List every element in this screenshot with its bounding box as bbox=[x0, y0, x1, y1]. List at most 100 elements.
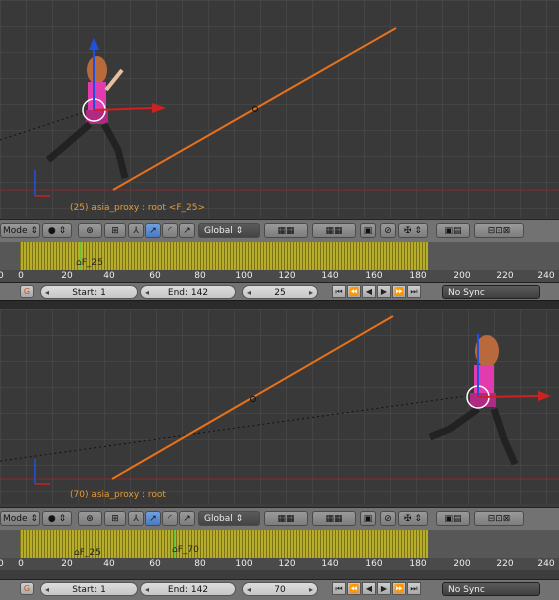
tick-label: 120 bbox=[278, 271, 296, 281]
rotate-icon[interactable]: ↗ bbox=[145, 511, 161, 526]
mode-select[interactable]: Mode ⇕ bbox=[0, 223, 40, 238]
tick-label: 20 bbox=[0, 271, 4, 281]
next-keyframe-icon[interactable]: ⏩ bbox=[392, 582, 406, 595]
snap-icon[interactable]: ⊘ bbox=[380, 223, 396, 238]
tick-label: 40 bbox=[103, 271, 115, 281]
layers-icon-2[interactable]: ▦▦ bbox=[312, 223, 356, 238]
tick-label: 180 bbox=[409, 271, 427, 281]
sync-select[interactable]: No Sync bbox=[442, 582, 540, 596]
x-axis-arrow-icon bbox=[152, 103, 166, 113]
viewport-scene bbox=[0, 315, 559, 485]
3d-viewport[interactable]: (70) asia_proxy : root bbox=[0, 309, 559, 504]
translate-icon[interactable]: ⅄ bbox=[128, 511, 144, 526]
play-icon[interactable]: ▶ bbox=[377, 582, 391, 595]
z-axis-arrow-icon bbox=[89, 38, 99, 50]
timeline-footer: G ◂ Start: 1 ◂ End: 142 ◂ 25 ▸ ⏮ ⏪ ◀ ▶ ⏩ ⏭ N… bbox=[0, 282, 559, 300]
sync-select[interactable]: No Sync bbox=[442, 285, 540, 299]
play-reverse-icon[interactable]: ◀ bbox=[362, 285, 376, 298]
motion-path bbox=[111, 315, 394, 480]
tick-label: 20 bbox=[61, 271, 73, 281]
tick-label: 240 bbox=[537, 271, 555, 281]
viewport-info-label: (70) asia_proxy : root bbox=[70, 490, 166, 500]
mode-select[interactable]: Mode ⇕ bbox=[0, 511, 40, 526]
character-figure[interactable] bbox=[45, 56, 129, 179]
scale-icon[interactable]: ↗ bbox=[179, 511, 195, 526]
3d-viewport[interactable]: (25) asia_proxy : root <F_25> bbox=[0, 0, 559, 218]
start-frame-field[interactable]: ◂ Start: 1 bbox=[40, 582, 138, 596]
tick-label: 0 bbox=[18, 271, 24, 281]
prev-keyframe-icon[interactable]: ⏪ bbox=[347, 582, 361, 595]
tick-label: 100 bbox=[235, 559, 253, 569]
tick-label: 160 bbox=[365, 559, 383, 569]
x-axis-arrow-icon bbox=[538, 391, 551, 401]
rotate-icon[interactable]: ↗ bbox=[145, 223, 161, 238]
lock-icon[interactable]: ▣ bbox=[360, 511, 376, 526]
orientation-select[interactable]: Global ⇕ bbox=[198, 223, 260, 238]
snap-target-icon[interactable]: ✠ ⇕ bbox=[398, 223, 428, 238]
keyframe-icon[interactable]: ⊟⊡⊠ bbox=[474, 511, 524, 526]
curve-icon[interactable]: ◜ bbox=[162, 511, 178, 526]
tick-label: 240 bbox=[537, 559, 555, 569]
next-keyframe-icon[interactable]: ⏩ bbox=[392, 285, 406, 298]
end-frame-field[interactable]: ◂ End: 142 bbox=[140, 285, 236, 299]
character-figure[interactable] bbox=[428, 335, 519, 466]
tick-label: 60 bbox=[149, 271, 161, 281]
tick-label: 220 bbox=[496, 559, 514, 569]
bottom-pane: (70) asia_proxy : root Mode ⇕ ● ⇕ ⊛ ⊞ ⅄ … bbox=[0, 309, 559, 600]
tick-label: 140 bbox=[321, 559, 339, 569]
tick-label: 100 bbox=[235, 271, 253, 281]
timeline[interactable]: ⌂F_25 ⌂F_70 20 0 20 40 60 80 100 120 140… bbox=[0, 530, 559, 570]
layers-icon[interactable]: ▦▦ bbox=[264, 511, 308, 526]
top-pane: (25) asia_proxy : root <F_25> Mode ⇕ ● ⇕… bbox=[0, 0, 559, 300]
curve-icon[interactable]: ◜ bbox=[162, 223, 178, 238]
timeline-marker[interactable]: ⌂F_70 bbox=[172, 545, 199, 555]
jump-end-icon[interactable]: ⏭ bbox=[407, 582, 421, 595]
play-icon[interactable]: ▶ bbox=[377, 285, 391, 298]
manipulator-icon[interactable]: ⊞ bbox=[104, 223, 126, 238]
jump-end-icon[interactable]: ⏭ bbox=[407, 285, 421, 298]
shading-icon[interactable]: ● ⇕ bbox=[42, 511, 72, 526]
prev-keyframe-icon[interactable]: ⏪ bbox=[347, 285, 361, 298]
pivot-icon[interactable]: ⊛ bbox=[78, 223, 102, 238]
pivot-icon[interactable]: ⊛ bbox=[78, 511, 102, 526]
snap-icon[interactable]: ⊘ bbox=[380, 511, 396, 526]
tick-label: 80 bbox=[194, 271, 206, 281]
layers-icon[interactable]: ▦▦ bbox=[264, 223, 308, 238]
jump-start-icon[interactable]: ⏮ bbox=[332, 582, 346, 595]
tick-label: 200 bbox=[453, 271, 471, 281]
record-icon[interactable]: G bbox=[20, 582, 34, 595]
render-icon[interactable]: ▣▤ bbox=[436, 223, 470, 238]
tick-label: 20 bbox=[0, 559, 4, 569]
translate-icon[interactable]: ⅄ bbox=[128, 223, 144, 238]
manipulator-icon[interactable]: ⊞ bbox=[104, 511, 126, 526]
timeline-marker[interactable]: ⌂F_25 bbox=[74, 548, 101, 558]
3d-view-header: Mode ⇕ ● ⇕ ⊛ ⊞ ⅄ ↗ ◜ ↗ Global ⇕ ▦▦ ▦▦ ▣ … bbox=[0, 219, 559, 243]
tick-label: 180 bbox=[409, 559, 427, 569]
tick-label: 20 bbox=[61, 559, 73, 569]
timeline[interactable]: ⌂F_25 20 0 20 40 60 80 100 120 140 160 1… bbox=[0, 242, 559, 282]
shading-icon[interactable]: ● ⇕ bbox=[42, 223, 72, 238]
snap-target-icon[interactable]: ✠ ⇕ bbox=[398, 511, 428, 526]
tick-label: 80 bbox=[194, 559, 206, 569]
current-frame-field[interactable]: ◂ 70 ▸ bbox=[242, 582, 318, 596]
tick-label: 0 bbox=[18, 559, 24, 569]
timeline-footer: G ◂ Start: 1 ◂ End: 142 ◂ 70 ▸ ⏮ ⏪ ◀ ▶ ⏩ ⏭ N… bbox=[0, 579, 559, 600]
play-reverse-icon[interactable]: ◀ bbox=[362, 582, 376, 595]
end-frame-field[interactable]: ◂ End: 142 bbox=[140, 582, 236, 596]
3d-view-header: Mode ⇕ ● ⇕ ⊛ ⊞ ⅄ ↗ ◜ ↗ Global ⇕ ▦▦ ▦▦ ▣ … bbox=[0, 507, 559, 531]
keyframe-icon[interactable]: ⊟⊡⊠ bbox=[474, 223, 524, 238]
timeline-marker[interactable]: ⌂F_25 bbox=[76, 258, 103, 268]
lock-icon[interactable]: ▣ bbox=[360, 223, 376, 238]
orientation-select[interactable]: Global ⇕ bbox=[198, 511, 260, 526]
pane-separator[interactable] bbox=[0, 300, 559, 309]
current-frame-field[interactable]: ◂ 25 ▸ bbox=[242, 285, 318, 299]
scale-icon[interactable]: ↗ bbox=[179, 223, 195, 238]
viewport-scene bbox=[0, 27, 559, 197]
record-icon[interactable]: G bbox=[20, 285, 34, 298]
tick-label: 200 bbox=[453, 559, 471, 569]
tick-label: 60 bbox=[149, 559, 161, 569]
render-icon[interactable]: ▣▤ bbox=[436, 511, 470, 526]
layers-icon-2[interactable]: ▦▦ bbox=[312, 511, 356, 526]
jump-start-icon[interactable]: ⏮ bbox=[332, 285, 346, 298]
start-frame-field[interactable]: ◂ Start: 1 bbox=[40, 285, 138, 299]
